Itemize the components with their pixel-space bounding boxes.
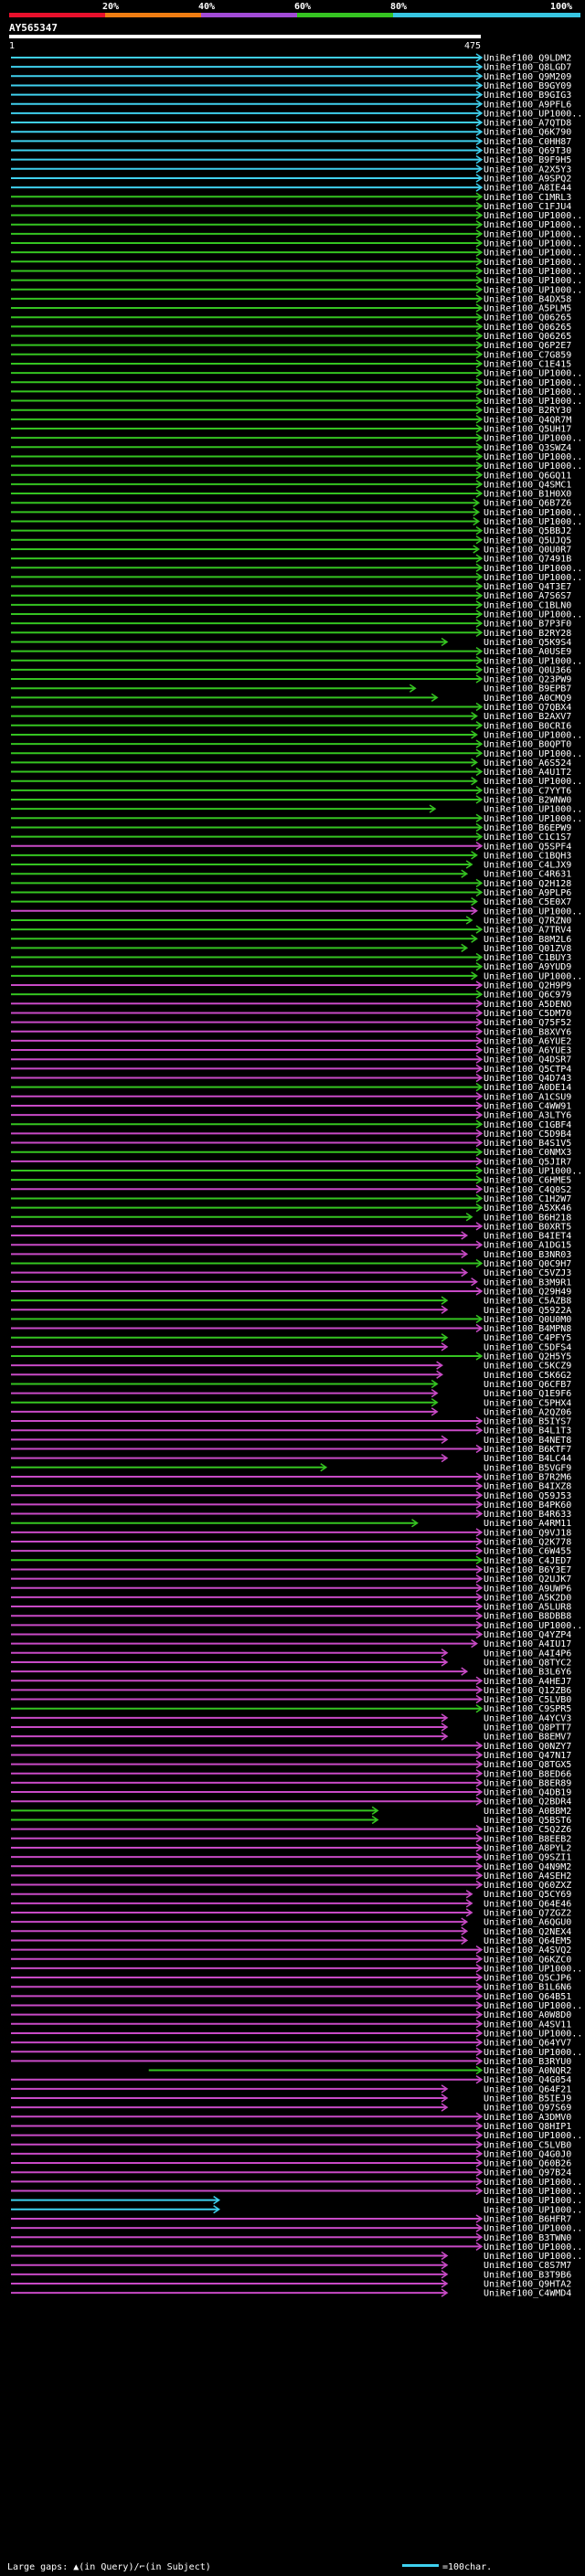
- scale-label-40: 40%: [198, 2, 215, 12]
- scale-label-60: 60%: [294, 2, 311, 12]
- scale-segment-2: [105, 13, 201, 17]
- gaps-legend: Large gaps: ▲(in Query)/⌐(in Subject): [7, 2562, 211, 2572]
- scale-segment-3: [201, 13, 297, 17]
- query-end: 475: [464, 41, 481, 51]
- scale-label-100: 100%: [550, 2, 572, 12]
- query-start: 1: [9, 41, 15, 51]
- scale-label-20: 20%: [102, 2, 119, 12]
- scale-segment-5: [393, 13, 580, 17]
- query-bar: [9, 35, 481, 38]
- alignment-overview-chart: 20% 40% 60% 80% 100% AY565347 1 475 UniR…: [0, 0, 585, 2576]
- scale-segment-4: [297, 13, 393, 17]
- hit-label[interactable]: UniRef100_C4WMD4: [484, 2289, 571, 2299]
- scale-segment-1: [9, 13, 105, 17]
- query-id: AY565347: [9, 22, 58, 34]
- scale-legend-label: =100char.: [442, 2562, 492, 2572]
- scale-legend-bar: [402, 2564, 439, 2567]
- scale-label-80: 80%: [390, 2, 407, 12]
